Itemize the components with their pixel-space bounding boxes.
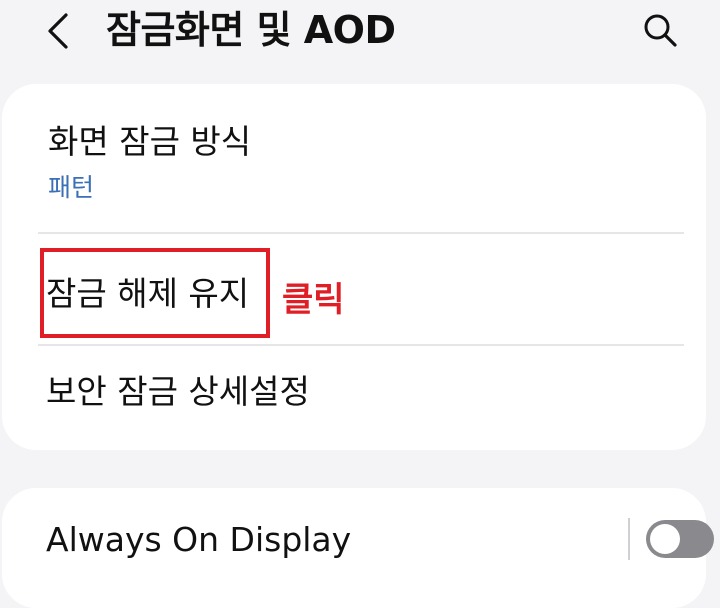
search-button[interactable] bbox=[634, 4, 686, 56]
screen-lock-type-label: 화면 잠금 방식 bbox=[48, 122, 252, 161]
app-header: 잠금화면 및 AOD bbox=[0, 0, 720, 64]
keep-unlocked-label: 잠금 해제 유지 bbox=[46, 274, 250, 313]
always-on-display-label: Always On Display bbox=[46, 520, 352, 559]
chevron-left-icon bbox=[48, 13, 68, 49]
click-annotation: 클릭 bbox=[282, 280, 345, 320]
divider bbox=[38, 344, 684, 346]
search-icon bbox=[644, 14, 677, 47]
page-title: 잠금화면 및 AOD bbox=[106, 8, 396, 52]
screen-lock-type-item[interactable]: 화면 잠금 방식 패턴 bbox=[38, 106, 682, 230]
secure-lock-settings-item[interactable]: 보안 잠금 상세설정 bbox=[38, 348, 682, 448]
vertical-separator bbox=[628, 518, 630, 560]
secure-lock-settings-label: 보안 잠금 상세설정 bbox=[46, 372, 310, 411]
screen-lock-type-value: 패턴 bbox=[48, 173, 95, 202]
keep-unlocked-item[interactable]: 잠금 해제 유지 bbox=[38, 234, 682, 344]
aod-card: Always On Display bbox=[2, 488, 714, 608]
always-on-display-item[interactable]: Always On Display bbox=[38, 488, 714, 608]
lock-settings-card: 화면 잠금 방식 패턴 잠금 해제 유지 보안 잠금 상세설정 bbox=[2, 84, 706, 450]
toggle-knob bbox=[650, 524, 680, 554]
always-on-display-toggle[interactable] bbox=[646, 520, 714, 558]
back-button[interactable] bbox=[34, 6, 84, 56]
